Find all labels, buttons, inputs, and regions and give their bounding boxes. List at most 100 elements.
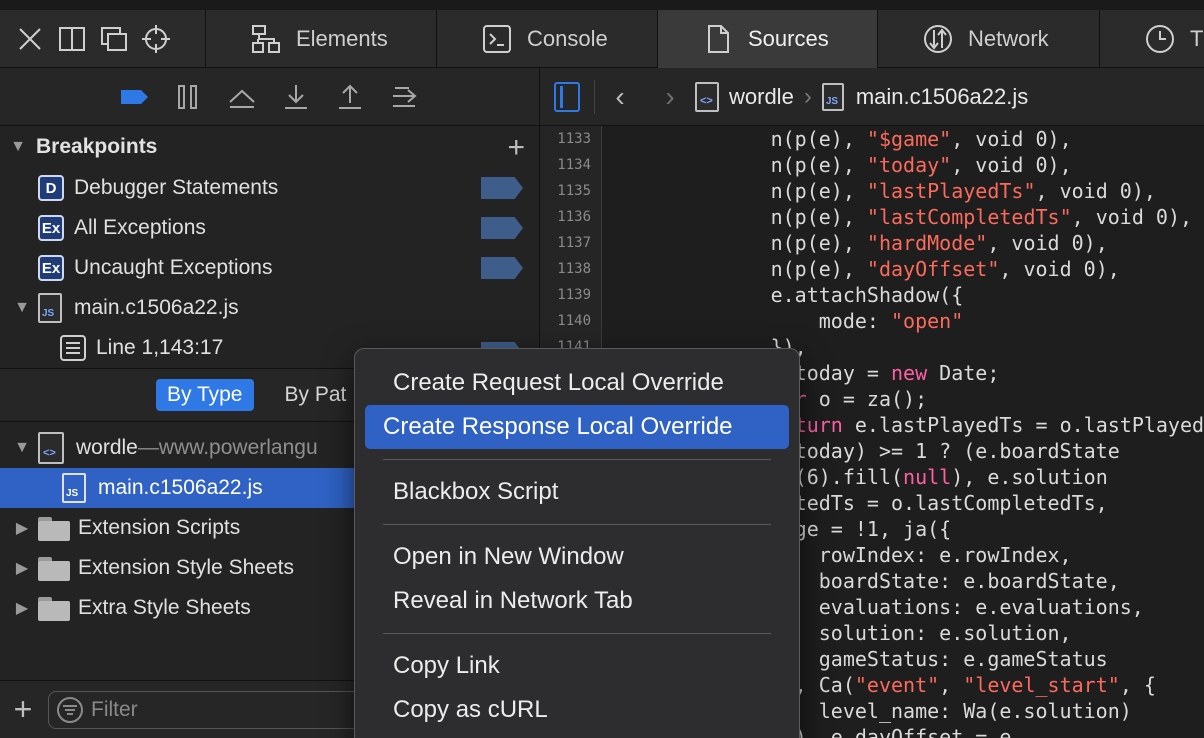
tree-file-label: main.c1506a22.js (98, 476, 263, 499)
line-number[interactable]: 1135 (540, 178, 601, 204)
debugger-toolbar (0, 68, 539, 126)
breadcrumb-file[interactable]: main.c1506a22.js (856, 84, 1028, 110)
breakpoint-file-label: main.c1506a22.js (74, 296, 239, 319)
back-chevron-icon[interactable]: ‹ (595, 81, 645, 113)
close-icon[interactable] (12, 21, 48, 57)
breakpoint-uncaught-exceptions[interactable]: Ex Uncaught Exceptions (0, 248, 539, 288)
tab-bar: Elements Console Sources Network T (0, 0, 1204, 68)
tab-network[interactable]: Network (878, 10, 1100, 68)
breakpoint-file-row[interactable]: ▼ JS main.c1506a22.js (0, 288, 539, 328)
line-breakpoint-icon (60, 335, 86, 361)
disclosure-down-icon[interactable]: ▼ (0, 138, 36, 156)
network-icon (924, 25, 952, 53)
breakpoint-flag-icon[interactable] (481, 177, 523, 199)
menu-item-blackbox-script[interactable]: Blackbox Script (365, 470, 789, 514)
tab-console[interactable]: Console (437, 10, 658, 68)
js-file-icon: JS (62, 473, 86, 503)
disclosure-down-icon[interactable]: ▼ (10, 439, 34, 457)
code-line: n(p(e), "lastPlayedTs", void 0), (602, 179, 1156, 203)
document-code-icon: <> (695, 81, 719, 112)
resource-host: www.powerlangu (158, 436, 318, 459)
menu-item-create-response-override[interactable]: Create Response Local Override (365, 405, 789, 449)
folder-icon (38, 595, 70, 621)
js-file-icon: JS (821, 82, 844, 111)
tab-timelines[interactable]: T (1100, 10, 1204, 68)
step-out-icon[interactable] (334, 81, 366, 113)
line-number[interactable]: 1137 (540, 230, 601, 256)
add-resource-button[interactable]: + (0, 691, 46, 728)
filter-placeholder: Filter (91, 697, 138, 721)
window-controls (0, 10, 206, 68)
context-menu: Create Request Local Override Create Res… (354, 348, 800, 738)
menu-separator (383, 633, 771, 634)
content-navigation-bar: ‹ › <> wordle › JS main.c1506a22.js (540, 68, 1204, 126)
add-breakpoint-button[interactable]: + (507, 131, 525, 165)
code-line: n(p(e), "today", void 0), (602, 153, 1072, 177)
disclosure-right-icon[interactable]: ▶ (10, 598, 34, 618)
code-line: n(p(e), "hardMode", void 0), (602, 231, 1108, 255)
crosshair-icon[interactable] (138, 21, 174, 57)
pause-icon[interactable] (172, 81, 204, 113)
line-number[interactable]: 1138 (540, 256, 601, 282)
tab-elements[interactable]: Elements (206, 10, 437, 68)
step-into-icon[interactable] (280, 81, 312, 113)
menu-item-create-request-override[interactable]: Create Request Local Override (365, 361, 789, 405)
clock-icon (1146, 25, 1174, 53)
tab-label: Network (968, 26, 1049, 51)
line-number[interactable]: 1134 (540, 152, 601, 178)
menu-item-open-new-window[interactable]: Open in New Window (365, 535, 789, 579)
folder-icon (38, 555, 70, 581)
tab-label: Sources (748, 26, 829, 51)
tab-label: Console (527, 26, 608, 51)
breakpoint-label: Debugger Statements (74, 176, 279, 199)
menu-item-reveal-network-tab[interactable]: Reveal in Network Tab (365, 579, 789, 623)
document-code-icon: <> (38, 432, 64, 464)
line-number[interactable]: 1140 (540, 308, 601, 334)
menu-item-copy-link[interactable]: Copy Link (365, 644, 789, 688)
menu-separator (383, 459, 771, 460)
folder-icon (38, 515, 70, 541)
step-icon[interactable] (388, 81, 420, 113)
resource-label: wordle (76, 436, 138, 459)
breakpoint-debugger-statements[interactable]: D Debugger Statements (0, 168, 539, 208)
disclosure-down-icon[interactable]: ▼ (10, 299, 34, 317)
code-line: n(p(e), "dayOffset", void 0), (602, 257, 1120, 281)
tab-sources[interactable]: Sources (658, 10, 878, 68)
breakpoint-label: All Exceptions (74, 216, 206, 239)
undock-icon[interactable] (96, 21, 132, 57)
breakpoints-toggle-icon[interactable] (118, 81, 150, 113)
breadcrumb-separator-icon: › (803, 82, 812, 110)
by-type-button[interactable]: By Type (156, 379, 254, 411)
breakpoint-flag-icon[interactable] (481, 257, 523, 279)
filter-icon (57, 696, 83, 723)
sidebar-toggle-icon[interactable] (554, 81, 580, 112)
debugger-badge-icon: D (38, 175, 64, 201)
code-line: n(p(e), "lastCompletedTs", void 0), (602, 205, 1193, 229)
breakpoint-line-label: Line 1,143:17 (96, 336, 224, 359)
breakpoints-header[interactable]: ▼ Breakpoints + (0, 126, 539, 168)
breadcrumb-resource[interactable]: wordle (729, 84, 794, 110)
js-file-icon: JS (38, 293, 62, 323)
by-path-button[interactable]: By Pat (274, 379, 358, 411)
console-icon (483, 25, 511, 53)
exception-badge-icon: Ex (38, 215, 64, 241)
dock-side-icon[interactable] (54, 21, 90, 57)
line-number[interactable]: 1139 (540, 282, 601, 308)
step-over-icon[interactable] (226, 81, 258, 113)
breadcrumb: <> wordle › JS main.c1506a22.js (695, 81, 1028, 112)
folder-label: Extension Style Sheets (78, 556, 294, 579)
folder-label: Extra Style Sheets (78, 596, 251, 619)
disclosure-right-icon[interactable]: ▶ (10, 518, 34, 538)
breakpoint-all-exceptions[interactable]: Ex All Exceptions (0, 208, 539, 248)
tab-label: Elements (296, 26, 388, 51)
code-line: mode: "open" (602, 309, 964, 333)
line-number[interactable]: 1133 (540, 126, 601, 152)
forward-chevron-icon[interactable]: › (645, 81, 695, 113)
resource-dash: — (137, 436, 159, 459)
folder-label: Extension Scripts (78, 516, 241, 539)
exception-badge-icon: Ex (38, 255, 64, 281)
line-number[interactable]: 1136 (540, 204, 601, 230)
breakpoint-flag-icon[interactable] (481, 217, 523, 239)
disclosure-right-icon[interactable]: ▶ (10, 558, 34, 578)
menu-item-copy-as-curl[interactable]: Copy as cURL (365, 688, 789, 732)
